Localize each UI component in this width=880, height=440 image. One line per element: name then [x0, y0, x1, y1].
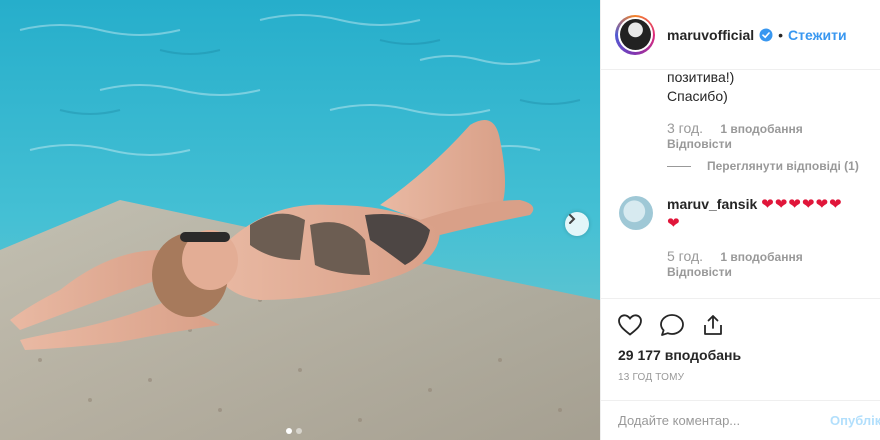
heart-outline-icon[interactable] [617, 313, 643, 337]
follow-button[interactable]: Стежити [788, 27, 847, 43]
profile-avatar[interactable] [615, 14, 655, 55]
share-icon[interactable] [701, 313, 725, 337]
pagination-dot [296, 428, 302, 434]
post-username[interactable]: maruvofficial [667, 27, 754, 43]
comment-hearts: ❤ [667, 215, 681, 232]
publish-button[interactable]: Опублікувати [830, 413, 880, 428]
chevron-right-icon [569, 214, 576, 224]
view-replies-label: Переглянути відповіді (1) [707, 159, 859, 173]
post-actions: 29 177 вподобань 13 ГОД ТОМУ [601, 298, 880, 408]
next-photo-button[interactable] [565, 212, 589, 236]
commenter-username[interactable]: maruv_fansik [667, 196, 757, 212]
post-header: maruvofficial • Стежити [601, 0, 880, 70]
comment-likes[interactable]: 1 вподобання [720, 122, 802, 136]
comment-meta: 3 год. 1 вподобання [667, 120, 803, 136]
view-replies-button[interactable]: Переглянути відповіді (1) [667, 159, 859, 173]
add-comment-bar: Опублікувати [601, 400, 880, 440]
comment-text-line: позитива!) [667, 70, 735, 85]
comment-text-line: Спасибо) [667, 88, 728, 104]
replies-divider-line [667, 165, 691, 167]
post-photo[interactable] [0, 0, 600, 440]
pool-scene-illustration [0, 0, 600, 440]
commenter-avatar[interactable] [619, 196, 653, 230]
comment-time[interactable]: 3 год. [667, 120, 703, 136]
comment-body: maruv_fansik ❤❤❤❤❤❤ [667, 195, 843, 214]
reply-button[interactable]: Відповісти [667, 265, 732, 279]
post-timestamp[interactable]: 13 ГОД ТОМУ [618, 372, 684, 383]
post-side-panel: maruvofficial • Стежити позитива!) Спаси… [600, 0, 880, 440]
reply-button[interactable]: Відповісти [667, 137, 732, 151]
header-separator: • [778, 26, 784, 43]
action-icons [617, 313, 725, 337]
comment-likes[interactable]: 1 вподобання [720, 250, 802, 264]
comment-time[interactable]: 5 год. [667, 248, 703, 264]
comment-hearts: ❤❤❤❤❤❤ [761, 196, 843, 213]
pagination-dot-active [286, 428, 292, 434]
comment-bubble-icon[interactable] [659, 313, 685, 337]
comments-list: позитива!) Спасибо) 3 год. 1 вподобання … [601, 70, 880, 298]
verified-badge-icon [759, 28, 773, 41]
likes-count[interactable]: 29 177 вподобань [618, 347, 741, 363]
comment-meta: 5 год. 1 вподобання [667, 248, 803, 264]
comment-input[interactable] [618, 413, 818, 428]
photo-pagination-dots [286, 428, 302, 434]
